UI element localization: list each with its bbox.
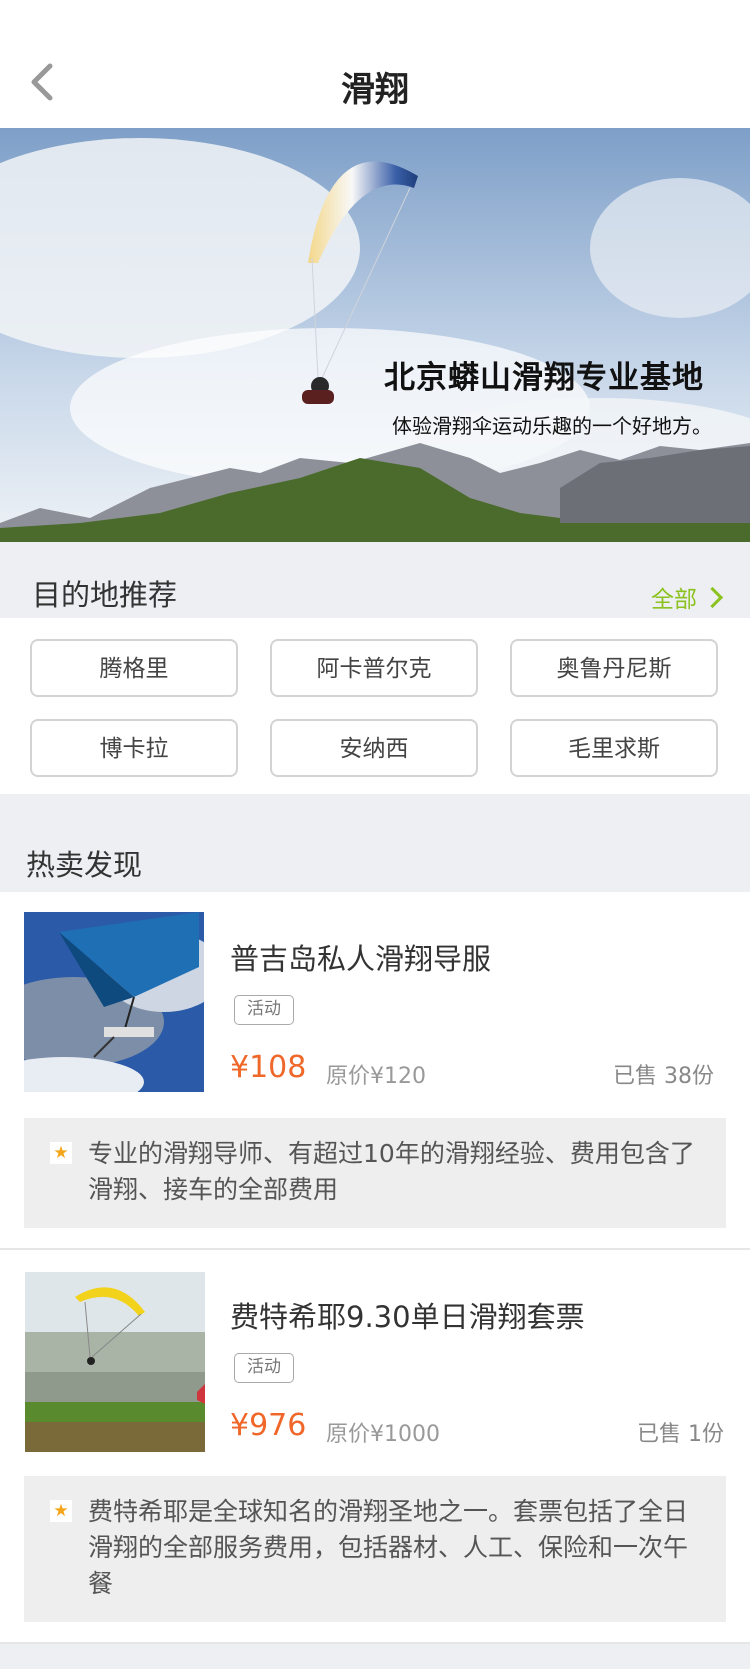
product-name: 普吉岛私人滑翔导服: [230, 942, 492, 976]
banner-title: 北京蟒山滑翔专业基地: [384, 360, 704, 396]
destination-chip[interactable]: 博卡拉: [30, 719, 238, 777]
star-icon: ★: [50, 1142, 72, 1164]
product-sold-count: 已售 38份: [613, 1064, 714, 1089]
destination-chip[interactable]: 奥鲁丹尼斯: [510, 639, 718, 697]
product-tag: 活动: [234, 995, 294, 1025]
product-original-price: 原价¥120: [326, 1064, 426, 1089]
product-thumbnail: [25, 1272, 205, 1452]
product-description: ★ 费特希耶是全球知名的滑翔圣地之一。套票包括了全日滑翔的全部服务费用，包括器材…: [24, 1476, 726, 1622]
banner-subtitle: 体验滑翔伞运动乐趣的一个好地方。: [392, 414, 712, 438]
hot-header: 热卖发现: [0, 794, 750, 892]
product-name: 费特希耶9.30单日滑翔套票: [230, 1300, 585, 1334]
product-sold-count: 已售 1份: [637, 1422, 724, 1447]
product-description-text: 费特希耶是全球知名的滑翔圣地之一。套票包括了全日滑翔的全部服务费用，包括器材、人…: [88, 1497, 689, 1598]
product-card[interactable]: 费特希耶9.30单日滑翔套票 活动 ¥976 原价¥1000 已售 1份 ★ 费…: [0, 1250, 750, 1642]
product-description-text: 专业的滑翔导师、有超过10年的滑翔经验、费用包含了滑翔、接车的全部费用: [88, 1139, 695, 1204]
product-tag: 活动: [234, 1353, 294, 1383]
destinations-heading: 目的地推荐: [32, 578, 178, 612]
chevron-right-icon: [701, 586, 724, 609]
destinations-header: 目的地推荐 全部: [0, 542, 750, 618]
product-thumbnail: [24, 912, 204, 1092]
destination-chip[interactable]: 毛里求斯: [510, 719, 718, 777]
hot-heading: 热卖发现: [26, 848, 143, 882]
destination-chip[interactable]: 阿卡普尔克: [270, 639, 478, 697]
product-description: ★ 专业的滑翔导师、有超过10年的滑翔经验、费用包含了滑翔、接车的全部费用: [24, 1118, 726, 1228]
destination-chip[interactable]: 安纳西: [270, 719, 478, 777]
product-price: ¥108: [230, 1050, 307, 1085]
product-card[interactable]: 普吉岛私人滑翔导服 活动 ¥108 原价¥120 已售 38份 ★ 专业的滑翔导…: [0, 892, 750, 1248]
destination-chip[interactable]: 腾格里: [30, 639, 238, 697]
product-original-price: 原价¥1000: [326, 1422, 440, 1447]
banner-image: [0, 128, 750, 542]
product-price: ¥976: [230, 1408, 307, 1443]
view-all-label: 全部: [651, 587, 697, 613]
hero-banner[interactable]: 北京蟒山滑翔专业基地 体验滑翔伞运动乐趣的一个好地方。: [0, 128, 750, 542]
view-all-link[interactable]: 全部: [651, 580, 724, 614]
destinations-grid: 腾格里 阿卡普尔克 奥鲁丹尼斯 博卡拉 安纳西 毛里求斯: [0, 618, 750, 794]
page-footer-spacer: [0, 1644, 750, 1669]
page-title: 滑翔: [341, 70, 409, 110]
star-icon: ★: [50, 1500, 72, 1522]
top-navigation-bar: 滑翔: [0, 0, 750, 128]
